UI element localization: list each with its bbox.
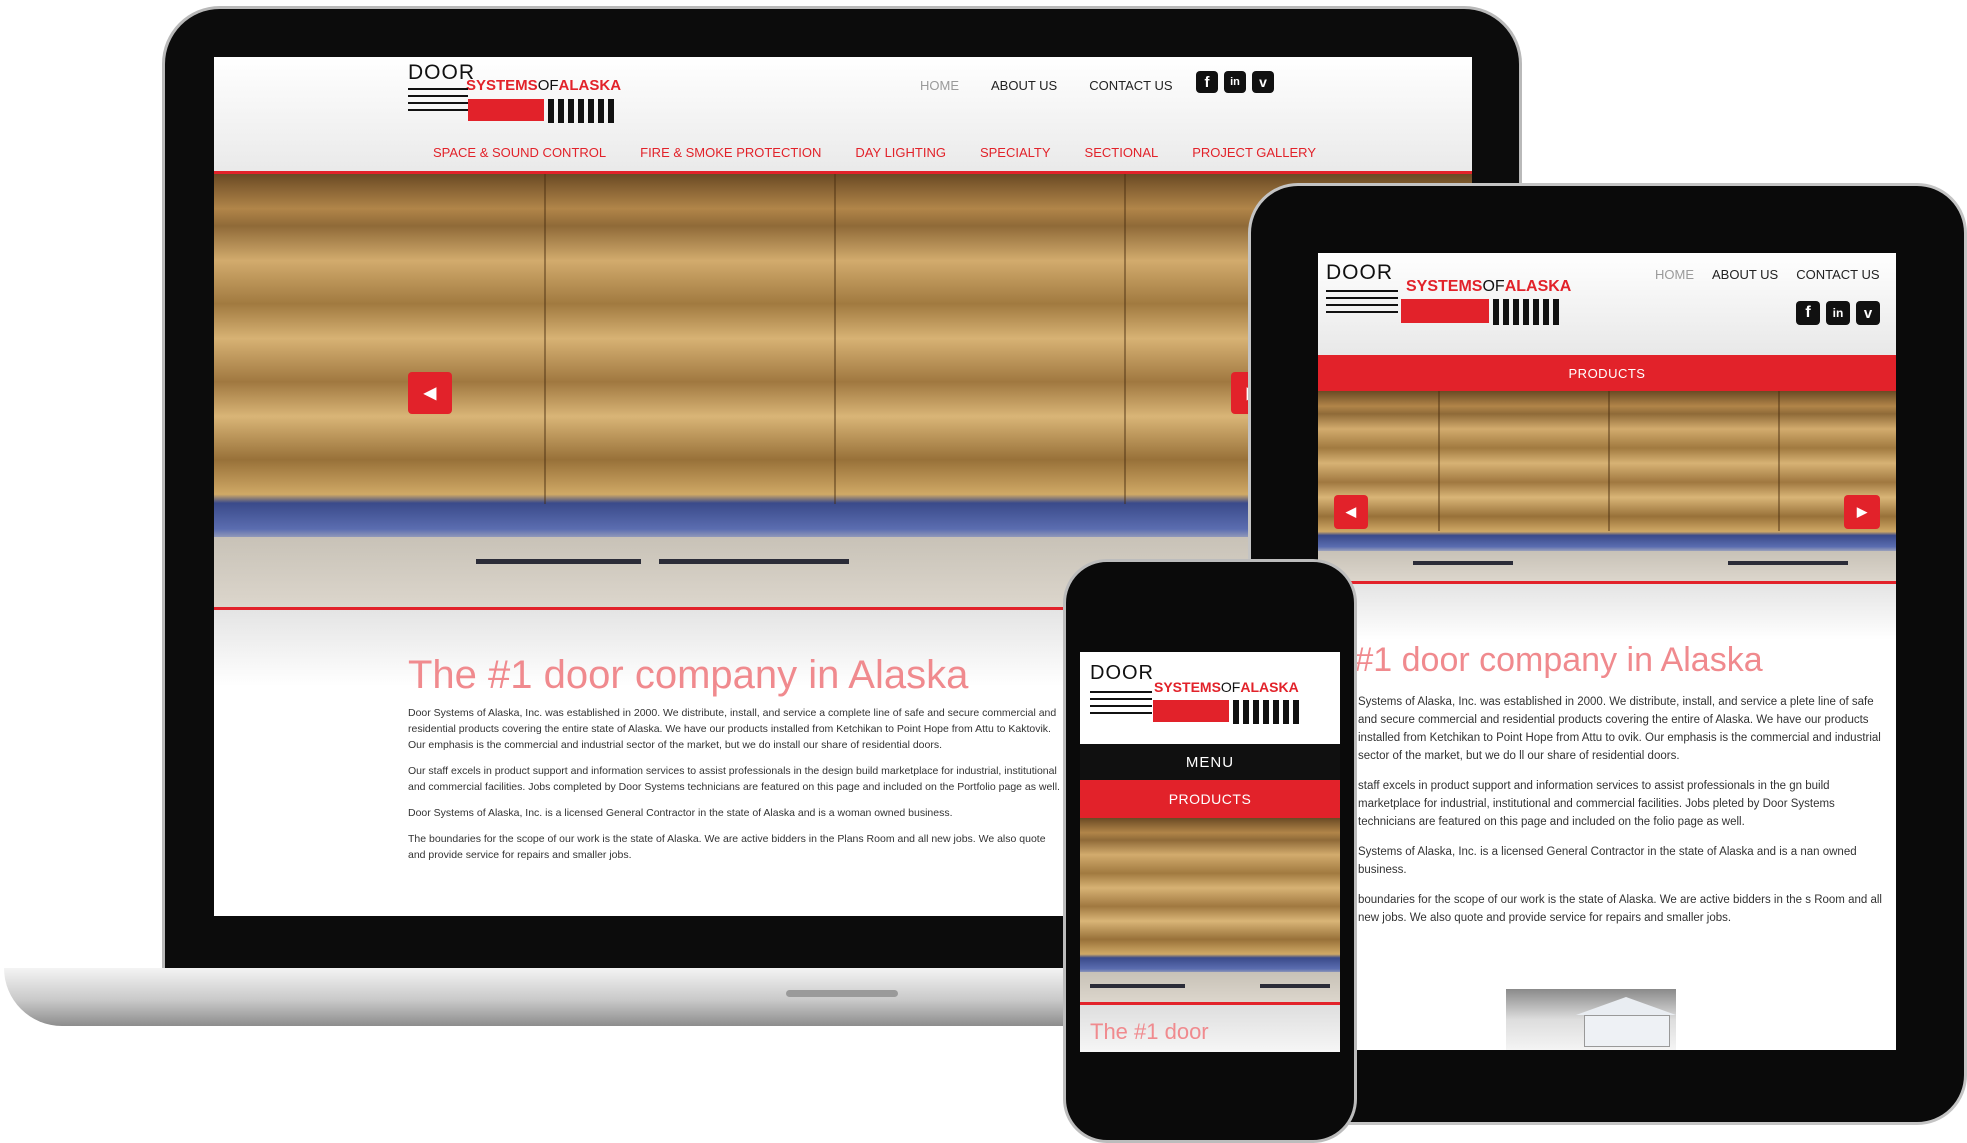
nav-day-lighting[interactable]: DAY LIGHTING	[855, 145, 946, 160]
products-bar[interactable]: PRODUCTS	[1080, 780, 1340, 818]
nav-space-sound-control[interactable]: SPACE & SOUND CONTROL	[433, 145, 606, 160]
building-wall	[1584, 1015, 1670, 1047]
logo-door: DOOR	[408, 61, 475, 84]
door-seam	[834, 174, 836, 504]
slider-next-button[interactable]: ▶	[1844, 495, 1880, 529]
door-seam	[1608, 391, 1610, 531]
slider-prev-button[interactable]: ◀	[408, 372, 452, 414]
facebook-icon[interactable]: f	[1196, 71, 1218, 93]
door-seam	[1438, 391, 1440, 531]
paragraph: Systems of Alaska, Inc. was established …	[1358, 696, 1881, 762]
paragraph: Systems of Alaska, Inc. is a licensed Ge…	[1358, 846, 1857, 876]
facebook-icon[interactable]: f	[1796, 301, 1820, 325]
gym-floor	[1318, 551, 1896, 581]
logo-systems-of-alaska: SYSTEMSOFALASKA	[1406, 278, 1572, 295]
products-bar[interactable]: PRODUCTS	[1318, 355, 1896, 391]
slider-prev-button[interactable]: ◀	[1334, 495, 1368, 529]
page-headline: The #1 door	[1090, 1019, 1209, 1044]
logo-red-bar	[1401, 299, 1489, 323]
nav-about[interactable]: ABOUT US	[991, 78, 1057, 93]
vimeo-icon[interactable]: v	[1856, 301, 1880, 325]
gym-table	[1413, 561, 1513, 565]
linkedin-icon[interactable]: in	[1224, 71, 1246, 93]
nav-about[interactable]: ABOUT US	[1712, 267, 1778, 282]
intro-text: Systems of Alaska, Inc. was established …	[1358, 693, 1890, 927]
door-seam	[1778, 391, 1780, 531]
logo-lines	[1090, 691, 1152, 719]
paragraph: The boundaries for the scope of our work…	[408, 833, 1046, 861]
tablet-screen: DOOR SYSTEMSOFALASKA HOME ABOUT US CONTA…	[1318, 253, 1896, 1050]
logo-door: DOOR	[1090, 662, 1154, 684]
logo-systems-of-alaska: SYSTEMSOFALASKA	[466, 77, 622, 94]
building-roof	[1576, 997, 1676, 1015]
top-nav: HOME ABOUT US CONTACT US	[1655, 267, 1880, 282]
nav-project-gallery[interactable]: PROJECT GALLERY	[1192, 145, 1316, 160]
logo-red-bar	[1153, 700, 1229, 722]
nav-contact[interactable]: CONTACT US	[1796, 267, 1879, 282]
logo-systems-of-alaska: SYSTEMSOFALASKA	[1154, 679, 1299, 695]
hero-slider	[1080, 818, 1340, 1002]
menu-button[interactable]: MENU	[1080, 744, 1340, 780]
nav-home[interactable]: HOME	[1655, 267, 1694, 282]
logo-door: DOOR	[1326, 261, 1393, 284]
paragraph: boundaries for the scope of our work is …	[1358, 894, 1882, 924]
page-headline: The #1 door company in Alaska	[408, 653, 969, 697]
logo[interactable]: DOOR SYSTEMSOFALASKA	[1090, 662, 1330, 732]
paragraph: staff excels in product support and info…	[1358, 780, 1835, 828]
logo-lines	[408, 88, 468, 116]
logo[interactable]: DOOR SYSTEMSOFALASKA	[408, 61, 648, 131]
building-photo	[1506, 989, 1676, 1050]
hero-slider	[1318, 391, 1896, 581]
page-headline: e #1 door company in Alaska	[1326, 641, 1763, 679]
category-nav: SPACE & SOUND CONTROL FIRE & SMOKE PROTE…	[433, 145, 1316, 160]
paragraph: Door Systems of Alaska, Inc. is a licens…	[408, 807, 953, 819]
gym-table	[476, 559, 641, 564]
paragraph: Our staff excels in product support and …	[408, 765, 1060, 793]
linkedin-icon[interactable]: in	[1826, 301, 1850, 325]
paragraph: Door Systems of Alaska, Inc. was establi…	[408, 707, 1057, 751]
logo-stripes	[1233, 700, 1299, 724]
gym-table	[1090, 984, 1185, 988]
nav-contact[interactable]: CONTACT US	[1089, 78, 1172, 93]
gym-table	[659, 559, 849, 564]
intro-text: Door Systems of Alaska, Inc. was establi…	[408, 705, 1063, 863]
social-links: f in v	[1196, 71, 1274, 93]
door-seam	[544, 174, 546, 504]
logo-stripes	[1493, 299, 1559, 325]
logo-lines	[1326, 290, 1398, 318]
gym-table	[1260, 984, 1330, 988]
door-seam	[1124, 174, 1126, 504]
laptop-notch	[786, 990, 898, 997]
nav-fire-smoke-protection[interactable]: FIRE & SMOKE PROTECTION	[640, 145, 821, 160]
nav-home[interactable]: HOME	[920, 78, 959, 93]
gym-table	[1728, 561, 1848, 565]
social-links: f in v	[1796, 301, 1880, 325]
phone-screen: DOOR SYSTEMSOFALASKA MENU PRODUCTS The #…	[1080, 652, 1340, 1052]
top-nav: HOME ABOUT US CONTACT US	[920, 78, 1173, 93]
vimeo-icon[interactable]: v	[1252, 71, 1274, 93]
nav-sectional[interactable]: SECTIONAL	[1085, 145, 1159, 160]
logo-stripes	[548, 99, 614, 123]
nav-specialty[interactable]: SPECIALTY	[980, 145, 1051, 160]
logo-red-bar	[468, 99, 544, 121]
logo[interactable]: DOOR SYSTEMSOFALASKA	[1326, 261, 1586, 331]
